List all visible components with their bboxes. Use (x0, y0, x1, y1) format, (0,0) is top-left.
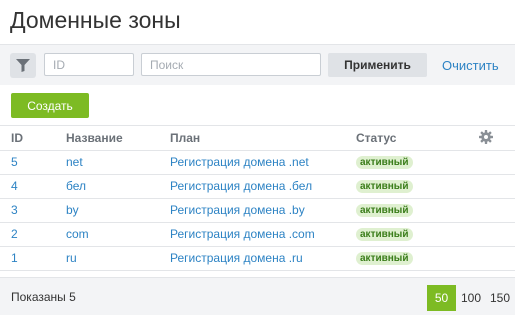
clear-link[interactable]: Очистить (442, 58, 499, 73)
status-badge: активный (356, 204, 413, 217)
search-input[interactable] (141, 53, 321, 76)
row-name-link[interactable]: by (66, 203, 79, 217)
row-plan-link[interactable]: Регистрация домена .com (170, 227, 315, 241)
row-name-link[interactable]: net (66, 155, 83, 169)
page-size-100[interactable]: 100 (458, 285, 484, 311)
status-badge: активный (356, 180, 413, 193)
apply-button[interactable]: Применить (328, 53, 427, 77)
table-row: 4 бел Регистрация домена .бел активный (0, 175, 515, 199)
row-name-link[interactable]: com (66, 227, 89, 241)
page-size-50[interactable]: 50 (427, 285, 456, 311)
row-id-link[interactable]: 4 (11, 179, 18, 193)
page-size-150[interactable]: 150 (487, 285, 513, 311)
create-button[interactable]: Создать (11, 93, 89, 118)
column-header-status[interactable]: Статус (356, 131, 396, 145)
table-header: ID Название План Статус (0, 125, 515, 151)
table-row: 5 net Регистрация домена .net активный (0, 151, 515, 175)
filter-toggle-button[interactable] (10, 53, 36, 78)
page-title: Доменные зоны (10, 7, 181, 33)
column-header-id[interactable]: ID (11, 131, 23, 145)
row-name-link[interactable]: ru (66, 251, 77, 265)
column-header-name[interactable]: Название (66, 131, 123, 145)
id-filter-input[interactable] (44, 53, 134, 76)
table-row: 3 by Регистрация домена .by активный (0, 199, 515, 223)
filter-icon (16, 59, 30, 72)
table-footer: Показаны 5 50 100 150 (0, 277, 515, 315)
row-plan-link[interactable]: Регистрация домена .ru (170, 251, 303, 265)
status-badge: активный (356, 156, 413, 169)
column-header-plan[interactable]: План (170, 131, 200, 145)
status-badge: активный (356, 228, 413, 241)
row-id-link[interactable]: 2 (11, 227, 18, 241)
table-row: 1 ru Регистрация домена .ru активный (0, 247, 515, 271)
row-id-link[interactable]: 1 (11, 251, 18, 265)
row-plan-link[interactable]: Регистрация домена .by (170, 203, 305, 217)
status-badge: активный (356, 252, 413, 265)
row-plan-link[interactable]: Регистрация домена .net (170, 155, 309, 169)
row-id-link[interactable]: 5 (11, 155, 18, 169)
row-id-link[interactable]: 3 (11, 203, 18, 217)
row-plan-link[interactable]: Регистрация домена .бел (170, 179, 312, 193)
row-name-link[interactable]: бел (66, 179, 86, 193)
domain-zones-page: Доменные зоны Применить Очистить Создать… (0, 0, 515, 315)
domain-zones-table: ID Название План Статус 5 net Регистраци… (0, 125, 515, 271)
filter-bar: Применить Очистить (0, 44, 515, 85)
table-row: 2 com Регистрация домена .com активный (0, 223, 515, 247)
gear-icon[interactable] (479, 130, 493, 144)
shown-count: Показаны 5 (11, 290, 76, 304)
